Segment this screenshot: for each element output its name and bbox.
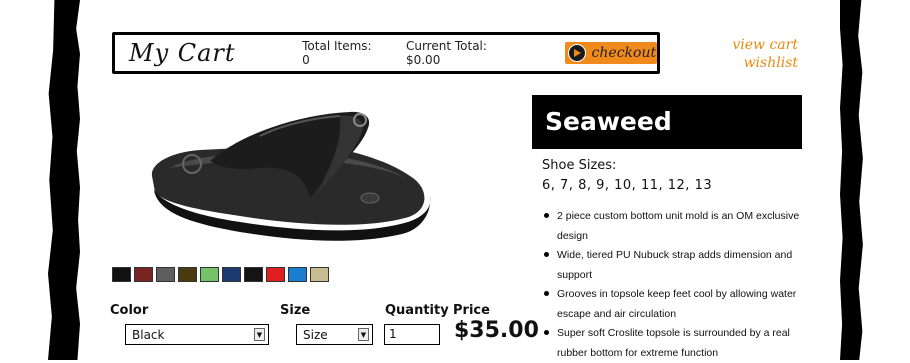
cart-bar: My Cart Total Items: 0 Current Total: $0… <box>112 32 660 74</box>
color-swatch[interactable] <box>200 267 219 282</box>
color-select[interactable]: Black ▼ <box>125 324 269 345</box>
side-links: view cart wishlist <box>730 36 798 72</box>
product-price: $35.00 <box>454 318 539 343</box>
total-items: Total Items: 0 <box>302 39 372 67</box>
cart-title: My Cart <box>129 39 236 67</box>
color-swatch[interactable] <box>134 267 153 282</box>
view-cart-link[interactable]: view cart <box>730 36 798 54</box>
dropdown-arrow-icon: ▼ <box>254 328 265 341</box>
feature-item: 2 piece custom bottom unit mold is an OM… <box>542 207 804 246</box>
size-label: Size <box>280 303 311 318</box>
price-label: Price <box>453 303 490 318</box>
feature-list: 2 piece custom bottom unit mold is an OM… <box>542 207 804 363</box>
product-title: Seaweed <box>532 95 802 149</box>
color-swatch[interactable] <box>288 267 307 282</box>
shoe-sizes-list: 6, 7, 8, 9, 10, 11, 12, 13 <box>542 178 713 193</box>
product-image <box>151 111 431 241</box>
play-arrow-icon <box>567 44 586 62</box>
size-select[interactable]: Size ▼ <box>296 324 373 345</box>
shoe-sizes-label: Shoe Sizes: <box>542 158 617 173</box>
left-grunge-border <box>0 0 80 360</box>
color-swatches <box>112 267 329 282</box>
color-label: Color <box>110 303 149 318</box>
color-swatch[interactable] <box>156 267 175 282</box>
current-total: Current Total: $0.00 <box>405 39 487 67</box>
color-swatch[interactable] <box>222 267 241 282</box>
color-swatch[interactable] <box>112 267 131 282</box>
feature-item: Super soft Croslite topsole is surrounde… <box>542 324 804 363</box>
checkout-button[interactable]: checkout <box>564 42 657 64</box>
dropdown-arrow-icon: ▼ <box>358 328 369 341</box>
quantity-input[interactable]: 1 <box>384 324 440 345</box>
quantity-label: Quantity <box>385 303 449 318</box>
wishlist-link[interactable]: wishlist <box>730 54 798 72</box>
color-swatch[interactable] <box>266 267 285 282</box>
right-grunge-border <box>840 0 910 360</box>
checkout-label: checkout <box>591 45 657 61</box>
color-swatch[interactable] <box>178 267 197 282</box>
color-swatch[interactable] <box>310 267 329 282</box>
color-select-value: Black <box>132 327 165 342</box>
feature-item: Grooves in topsole keep feet cool by all… <box>542 285 804 324</box>
feature-item: Wide, tiered PU Nubuck strap adds dimens… <box>542 246 804 285</box>
size-select-value: Size <box>303 327 328 342</box>
color-swatch[interactable] <box>244 267 263 282</box>
